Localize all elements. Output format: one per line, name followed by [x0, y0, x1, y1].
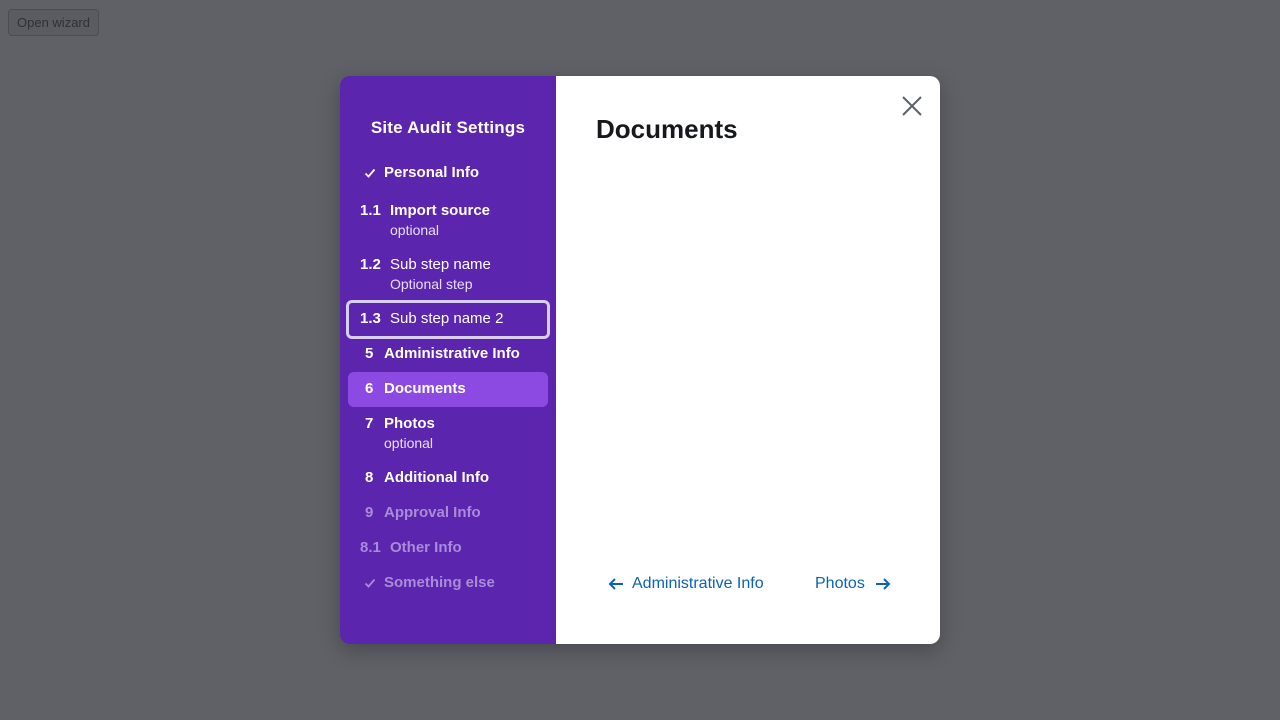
- step-label: Photos: [384, 415, 435, 432]
- step-number: 9: [365, 504, 374, 521]
- step-personal-info[interactable]: Personal Info: [348, 161, 548, 185]
- arrow-left-icon: [608, 578, 623, 590]
- step-other-info: 8.1 Other Info: [348, 536, 548, 560]
- wizard-sidebar: Site Audit Settings Personal Info 1.1 Im…: [340, 76, 556, 644]
- previous-step-label: Administrative Info: [632, 575, 764, 592]
- step-sublabel: optional: [384, 435, 434, 451]
- step-label: Something else: [384, 574, 495, 591]
- step-label: Approval Info: [384, 504, 481, 521]
- step-label: Sub step name 2: [390, 310, 504, 327]
- step-number: 1.1: [360, 202, 381, 219]
- step-photos[interactable]: 7 Photos optional: [348, 412, 548, 454]
- step-approval-info: 9 Approval Info: [348, 501, 548, 525]
- check-icon: [364, 168, 376, 178]
- step-label: Administrative Info: [384, 345, 520, 362]
- step-number: 1.2: [360, 256, 381, 273]
- step-sub-step-name[interactable]: 1.2 Sub step name Optional step: [348, 253, 548, 295]
- step-something-else: Something else: [348, 571, 548, 595]
- step-import-source[interactable]: 1.1 Import source optional: [348, 199, 548, 241]
- step-number: 8.1: [360, 539, 381, 556]
- page-title: Documents: [596, 114, 738, 144]
- wizard-title: Site Audit Settings: [370, 118, 526, 137]
- step-number: 5: [365, 345, 374, 362]
- open-wizard-button[interactable]: Open wizard: [8, 9, 99, 36]
- wizard-content: Documents Administrative Info Photos: [556, 76, 940, 644]
- step-label: Sub step name: [390, 256, 491, 273]
- step-number: 7: [365, 415, 374, 432]
- step-documents[interactable]: 6 Documents: [348, 372, 548, 407]
- next-step-label: Photos: [815, 575, 865, 592]
- wizard-dialog: Site Audit Settings Personal Info 1.1 Im…: [340, 76, 940, 644]
- step-label: Additional Info: [384, 469, 489, 486]
- step-label: Import source: [390, 202, 491, 219]
- step-additional-info[interactable]: 8 Additional Info: [348, 466, 548, 490]
- step-label: Other Info: [390, 539, 462, 556]
- step-number: 8: [365, 469, 374, 486]
- step-sublabel: optional: [390, 222, 440, 238]
- arrow-right-icon: [875, 578, 891, 590]
- step-sublabel: Optional step: [390, 276, 473, 292]
- step-sub-step-name-2[interactable]: 1.3 Sub step name 2: [346, 300, 550, 339]
- step-label: Personal Info: [384, 164, 480, 181]
- step-administrative-info[interactable]: 5 Administrative Info: [348, 342, 548, 366]
- step-number: 1.3: [360, 310, 381, 327]
- next-step-button[interactable]: Photos: [815, 572, 891, 596]
- close-icon[interactable]: [898, 92, 926, 120]
- step-label: Documents: [384, 380, 466, 397]
- previous-step-button[interactable]: Administrative Info: [608, 572, 764, 596]
- check-icon: [364, 578, 376, 588]
- step-number: 6: [365, 380, 374, 397]
